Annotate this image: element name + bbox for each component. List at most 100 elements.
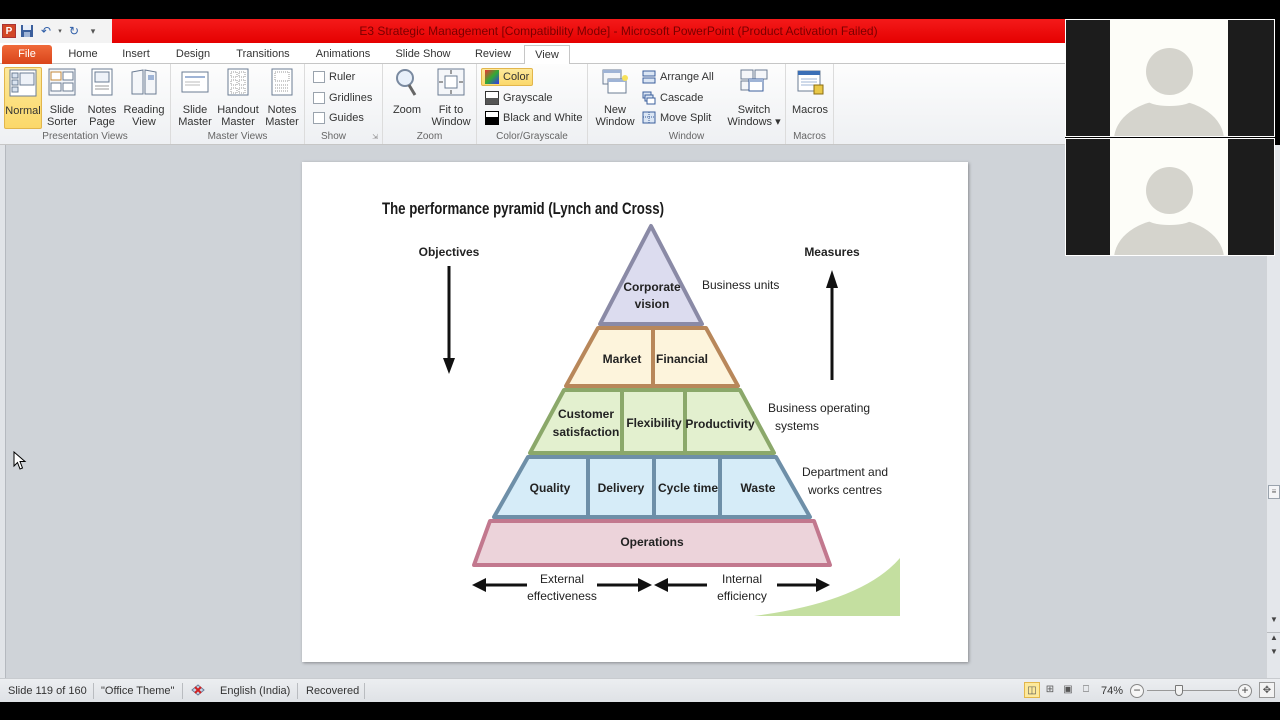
guides-checkbox[interactable]: Guides [313, 109, 364, 127]
gridlines-checkbox[interactable]: Gridlines [313, 89, 372, 107]
notes-page-icon [91, 68, 113, 96]
powerpoint-app-icon[interactable]: P [2, 24, 16, 38]
tab-design[interactable]: Design [172, 45, 214, 64]
zoom-label: Zoom [392, 104, 422, 116]
status-divider [182, 683, 183, 699]
new-window-button[interactable]: New Window [592, 67, 638, 129]
tab-home[interactable]: Home [66, 45, 100, 64]
gridlines-check-box[interactable] [313, 92, 325, 104]
save-icon[interactable] [19, 23, 35, 39]
macros-button[interactable]: Macros [790, 67, 830, 129]
zoom-slider-thumb[interactable] [1175, 685, 1183, 696]
corporate-vision-line1: Corporate [623, 280, 681, 294]
move-split-icon [642, 111, 656, 124]
handout-master-button[interactable]: Handout Master [215, 67, 261, 129]
grayscale-button[interactable]: Grayscale [485, 89, 553, 107]
quality-label: Quality [530, 481, 571, 495]
notes-page-button[interactable]: Notes Page [84, 67, 120, 129]
market-label: Market [603, 352, 642, 366]
handout-master-label-2: Master [221, 116, 255, 128]
video-tile-participant-1[interactable] [1065, 19, 1275, 137]
arrange-all-button[interactable]: Arrange All [642, 68, 714, 86]
tab-slide-show[interactable]: Slide Show [392, 45, 454, 64]
next-slide-button[interactable]: ▼ [1267, 647, 1280, 656]
notes-master-label-2: Master [265, 116, 299, 128]
black-and-white-button[interactable]: Black and White [485, 109, 582, 127]
previous-slide-button[interactable]: ▲ [1267, 632, 1280, 642]
slides-pane-collapsed[interactable] [0, 145, 6, 678]
scroll-down-arrow[interactable]: ▼ [1267, 615, 1280, 624]
theme-name[interactable]: "Office Theme" [101, 684, 174, 698]
slide-master-icon [181, 71, 209, 93]
department-line2: works centres [807, 483, 882, 497]
tab-insert[interactable]: Insert [118, 45, 154, 64]
undo-dropdown-icon[interactable]: ▾ [57, 23, 63, 39]
zoom-in-button[interactable]: + [1238, 684, 1252, 698]
group-label-show: Show [321, 131, 347, 142]
cascade-label: Cascade [660, 92, 704, 104]
waste-label: Waste [741, 481, 776, 495]
measures-arrow-head [826, 270, 838, 288]
slide-sorter-button[interactable]: Slide Sorter [44, 67, 80, 129]
guides-check-box[interactable] [313, 112, 325, 124]
customer-satisfaction-line1: Customer [558, 407, 614, 421]
quick-access-toolbar: P ↶ ▾ ↻ ▾ [0, 19, 112, 43]
tab-animations[interactable]: Animations [313, 45, 373, 64]
slide-sorter-label-2: Sorter [47, 116, 77, 128]
video-tile-participant-2[interactable] [1065, 138, 1275, 256]
slide-show-status-button[interactable]: ⎕ [1078, 682, 1094, 698]
reading-view-status-button[interactable]: ▣ [1060, 682, 1076, 698]
zoom-out-button[interactable]: − [1130, 684, 1144, 698]
tab-file[interactable]: File [2, 45, 52, 64]
redo-icon[interactable]: ↻ [66, 23, 82, 39]
normal-view-button[interactable]: Normal [4, 67, 42, 129]
undo-icon[interactable]: ↶ [38, 23, 54, 39]
black-white-icon [485, 111, 499, 125]
spell-check-icon[interactable] [189, 683, 207, 697]
recovered-status: Recovered [306, 685, 360, 697]
color-icon [485, 70, 499, 84]
group-label-presentation-views: Presentation Views [42, 131, 128, 142]
delivery-label: Delivery [598, 481, 645, 495]
group-label-master-views: Master Views [207, 131, 268, 142]
zoom-button[interactable]: Zoom [387, 67, 427, 129]
grayscale-icon [485, 91, 499, 105]
switch-windows-button[interactable]: Switch Windows ▾ [726, 67, 782, 129]
group-zoom: Zoom Fit to Window Zoom [383, 64, 477, 144]
customize-qat-icon[interactable]: ▾ [85, 23, 101, 39]
handout-master-label-1: Handout [217, 104, 259, 116]
ruler-check-box[interactable] [313, 71, 325, 83]
notes-master-button[interactable]: Notes Master [263, 67, 301, 129]
title-bar: P ↶ ▾ ↻ ▾ E3 Strategic Management [Compa… [0, 19, 1065, 43]
group-color-grayscale: Color Grayscale Black and White Color/Gr… [477, 64, 588, 144]
move-split-button[interactable]: Move Split [642, 109, 711, 127]
slide-sorter-icon [48, 68, 76, 96]
dialog-launcher-icon[interactable]: ⇲ [372, 133, 378, 141]
slide-master-label-1: Slide [182, 104, 208, 116]
slide-title: The performance pyramid (Lynch and Cross… [382, 199, 664, 218]
normal-view-status-button[interactable]: ◫ [1024, 682, 1040, 698]
cascade-button[interactable]: Cascade [642, 89, 703, 107]
slide-sorter-label-1: Slide [49, 104, 75, 116]
tab-view[interactable]: View [524, 45, 570, 65]
operations-label: Operations [620, 535, 684, 549]
color-button[interactable]: Color [481, 68, 534, 86]
fit-slide-to-window-button[interactable]: ✥ [1259, 682, 1275, 698]
slide-sorter-status-button[interactable]: ⊞ [1042, 682, 1058, 698]
slide-canvas[interactable]: The performance pyramid (Lynch and Cross… [302, 162, 968, 662]
language-indicator[interactable]: English (India) [220, 684, 290, 698]
scrollbar-thumb[interactable]: ≡ [1268, 485, 1280, 499]
ruler-checkbox[interactable]: Ruler [313, 68, 355, 86]
group-label-macros: Macros [793, 131, 826, 142]
financial-label: Financial [656, 352, 708, 366]
fit-to-window-button[interactable]: Fit to Window [429, 67, 473, 129]
reading-view-button[interactable]: Reading View [122, 67, 166, 129]
fit-label-1: Fit to [438, 104, 464, 116]
zoom-level[interactable]: 74% [1101, 684, 1123, 698]
zoom-slider-track[interactable] [1147, 690, 1237, 691]
reading-view-icon [131, 69, 157, 95]
internal-arrow-left-head [654, 578, 668, 592]
tab-review[interactable]: Review [472, 45, 514, 64]
tab-transitions[interactable]: Transitions [232, 45, 294, 64]
slide-master-button[interactable]: Slide Master [175, 67, 215, 129]
